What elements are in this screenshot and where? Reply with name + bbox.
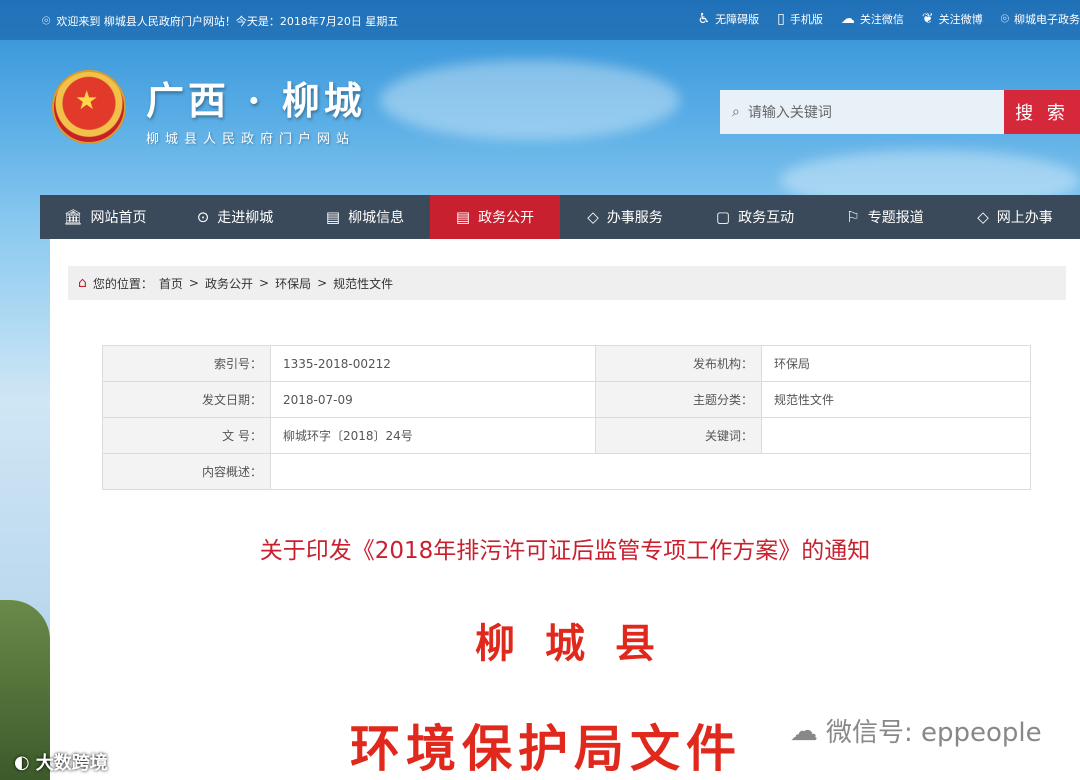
watermark-logo-icon: ◐ [14,751,30,773]
summary-value [270,453,1031,490]
nav-item-about[interactable]: ⊙ 走进柳城 [170,195,300,239]
site-subtitle: 柳城县人民政府门户网站 [146,132,356,147]
top-bar: ⌾ 欢迎来到 柳城县人民政府门户网站！今天是：2018年7月20日 星期五 ♿ 无… [0,0,1080,40]
tag-icon: ◇ [977,208,989,226]
nav-item-special[interactable]: ⚐ 专题报道 [820,195,950,239]
document-title: 关于印发《2018年排污许可证后监管专项工作方案》的通知 [259,538,871,564]
mobile-link[interactable]: ▯ 手机版 [777,11,823,27]
link-label: 柳城电子政务 [1014,13,1080,26]
chat-icon: ▢ [715,208,731,226]
index-value: 1335-2018-00212 [270,345,596,382]
docno-label: 文 号： [102,417,271,454]
table-row: 发文日期： 2018-07-09 主题分类： 规范性文件 [102,381,1031,418]
breadcrumb-item[interactable]: 首页 [159,275,183,292]
nav-label: 政务公开 [478,210,535,226]
nav-label: 办事服务 [606,210,663,226]
nav-item-interaction[interactable]: ▢ 政务互动 [690,195,820,239]
breadcrumb-prefix: 您的位置： [92,276,153,291]
docno-value: 柳城环字〔2018〕24号 [270,417,596,454]
nav-label: 走进柳城 [217,210,274,226]
breadcrumb-item[interactable]: 规范性文件 [333,275,393,292]
site-title: 广西 · 柳城 [146,78,366,123]
table-row: 索引号： 1335-2018-00212 发布机构： 环保局 [102,345,1031,382]
breadcrumb-item[interactable]: 环保局 [275,275,311,292]
breadcrumb-separator: > [317,276,328,290]
nav-item-services[interactable]: ◇ 办事服务 [560,195,690,239]
table-row: 内容概述： [102,453,1031,490]
nav-label: 网站首页 [90,210,147,226]
date-label: 发文日期： [102,381,271,418]
breadcrumb-separator: > [259,276,270,290]
index-label: 索引号： [102,345,271,382]
home-icon[interactable]: ⌂ [78,275,87,291]
topic-label: 主题分类： [595,381,762,418]
breadcrumb-item[interactable]: 政务公开 [205,275,253,292]
wechat-watermark: ☁ 微信号: eppeople [790,712,1042,749]
list-document-icon: ▤ [455,208,471,226]
nav-item-gov-affairs[interactable]: ▤ 政务公开 [430,195,560,239]
welcome-text: ⌾ 欢迎来到 柳城县人民政府门户网站！今天是：2018年7月20日 星期五 [42,13,398,29]
decor-cloud [380,60,680,140]
topic-value: 规范性文件 [761,381,1031,418]
location-icon: ⌾ [42,13,51,29]
nav-label: 专题报道 [867,210,924,226]
link-label: 关注微博 [938,13,983,26]
corner-watermark: ◐ 大数跨境 [0,744,150,780]
nav-label: 网上办事 [996,210,1053,226]
keyword-value [761,417,1031,454]
main-nav: 🏛 网站首页 ⊙ 走进柳城 ▤ 柳城信息 ▤ 政务公开 ◇ 办事服务 ▢ 政务互动 ⚐ 专题报… [40,195,1080,239]
table-row: 文 号： 柳城环字〔2018〕24号 关键词： [102,417,1031,454]
welcome-label: 欢迎来到 柳城县人民政府门户网站！今天是：2018年7月20日 星期五 [56,15,399,28]
nav-label: 政务互动 [738,210,795,226]
accessibility-icon: ♿ [697,11,711,27]
search-placeholder: 请输入关键词 [747,105,832,121]
map-pin-icon: ⊙ [196,208,210,226]
publisher-value: 环保局 [761,345,1031,382]
star-icon: ★ [75,86,99,116]
national-emblem-logo[interactable]: ★ [52,70,126,144]
home-building-icon: 🏛 [63,208,83,226]
wechat-watermark-label: 微信号: eppeople [826,718,1042,748]
date-value: 2018-07-09 [270,381,596,418]
summary-label: 内容概述： [102,453,271,490]
nav-item-home[interactable]: 🏛 网站首页 [40,195,170,239]
wechat-icon: ☁ [790,713,818,747]
egov-link[interactable]: ⌾ 柳城电子政务 [1001,11,1080,27]
corner-watermark-label: 大数跨境 [35,753,108,774]
location-icon: ⌾ [1000,11,1009,27]
top-links: ♿ 无障碍版 ▯ 手机版 ☁ 关注微信 ❦ 关注微博 ⌾ 柳城电子政务 [698,11,1080,27]
search-button[interactable]: 搜 索 [1004,90,1080,134]
breadcrumb-separator: > [188,276,199,290]
link-label: 关注微信 [859,13,904,26]
publisher-label: 发布机构： [595,345,762,382]
main-content: ⌂ 您的位置： 首页 > 政务公开 > 环保局 > 规范性文件 索引号： 133… [50,239,1080,780]
nav-label: 柳城信息 [348,210,405,226]
document-org-line2: 环境保护局文件 [350,719,742,778]
accessibility-link[interactable]: ♿ 无障碍版 [698,11,760,27]
search-icon: ⌕ [732,104,740,120]
tag-icon: ◇ [587,208,599,226]
document-icon: ▤ [325,208,341,226]
wechat-link[interactable]: ☁ 关注微信 [841,11,904,27]
nav-item-online[interactable]: ◇ 网上办事 [950,195,1080,239]
search-input[interactable]: ⌕ 请输入关键词 [720,90,1004,134]
keyword-label: 关键词： [595,417,762,454]
mobile-icon: ▯ [777,11,785,27]
document-org-line1: 柳城县 [475,620,685,667]
weibo-link[interactable]: ❦ 关注微博 [922,11,983,27]
weibo-icon: ❦ [921,11,934,27]
search-bar: ⌕ 请输入关键词 搜 索 [720,90,1080,134]
link-label: 无障碍版 [715,13,760,26]
link-label: 手机版 [789,13,823,26]
wechat-icon: ☁ [840,11,855,27]
document-meta-table: 索引号： 1335-2018-00212 发布机构： 环保局 发文日期： 201… [102,345,1031,490]
breadcrumb: ⌂ 您的位置： 首页 > 政务公开 > 环保局 > 规范性文件 [68,266,1066,300]
flag-icon: ⚐ [846,208,860,226]
nav-item-info[interactable]: ▤ 柳城信息 [300,195,430,239]
